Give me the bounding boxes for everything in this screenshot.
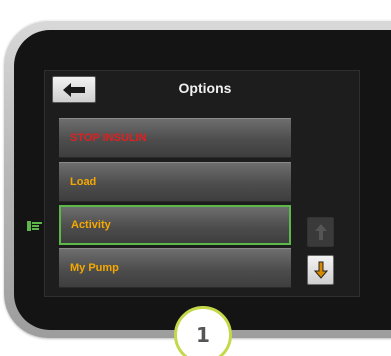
down-arrow-icon: [314, 261, 328, 279]
scroll-down-button[interactable]: [307, 255, 334, 285]
options-screen: Options STOP INSULIN Load Activity My Pu…: [44, 70, 360, 297]
screen-header: Options: [45, 71, 359, 107]
scroll-up-button[interactable]: [307, 217, 334, 247]
callout-number-badge: 1: [174, 306, 232, 356]
back-button[interactable]: [52, 76, 96, 103]
left-arrow-icon: [63, 83, 85, 97]
menu-item-activity[interactable]: Activity: [59, 205, 291, 245]
pointing-hand-icon: [27, 221, 42, 231]
menu-item-my-pump[interactable]: My Pump: [59, 248, 291, 288]
page-title: Options: [178, 80, 232, 96]
menu-item-stop-insulin[interactable]: STOP INSULIN: [59, 118, 291, 158]
figure: Options STOP INSULIN Load Activity My Pu…: [0, 0, 391, 356]
up-arrow-icon: [315, 224, 327, 240]
menu-item-load[interactable]: Load: [59, 162, 291, 202]
